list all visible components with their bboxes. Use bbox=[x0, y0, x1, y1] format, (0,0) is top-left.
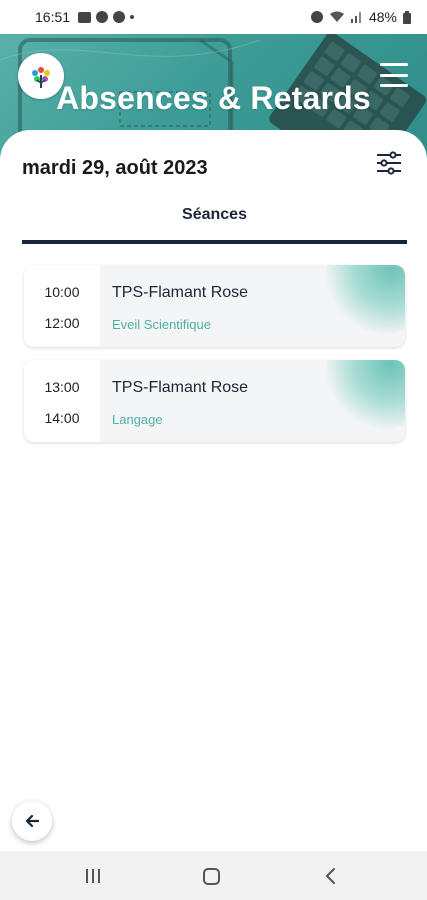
gallery-notification-icon bbox=[78, 11, 92, 23]
battery-percentage: 48% bbox=[368, 9, 397, 25]
arrow-left-icon bbox=[25, 815, 39, 827]
session-times: 10:00 12:00 bbox=[24, 265, 100, 347]
sliders-filter-icon[interactable] bbox=[376, 151, 402, 175]
card-decoration bbox=[325, 360, 405, 430]
status-system-icons: 48% bbox=[310, 9, 411, 25]
chat-notification-icon bbox=[96, 11, 109, 23]
session-times: 13:00 14:00 bbox=[24, 360, 100, 442]
system-back-icon[interactable] bbox=[324, 867, 338, 885]
status-time: 16:51 bbox=[35, 9, 71, 25]
app-notification-icon bbox=[113, 11, 126, 23]
session-end-time: 12:00 bbox=[44, 315, 80, 331]
status-bar: 16:51 48% bbox=[0, 0, 427, 34]
tab-label: Séances bbox=[182, 206, 247, 223]
session-card[interactable]: 13:00 14:00 TPS-Flamant Rose Langage bbox=[24, 360, 405, 442]
wifi-icon bbox=[329, 11, 344, 22]
more-notifications-icon bbox=[130, 15, 135, 19]
notification-icons bbox=[78, 11, 135, 23]
session-subject: Eveil Scientifique bbox=[112, 317, 211, 332]
page-title: Absences & Retards bbox=[56, 80, 371, 116]
date-label[interactable]: mardi 29, août 2023 bbox=[22, 157, 208, 180]
tab-seances[interactable]: Séances bbox=[22, 200, 407, 244]
session-end-time: 14:00 bbox=[44, 410, 80, 426]
home-icon[interactable] bbox=[203, 868, 220, 885]
back-button[interactable] bbox=[12, 801, 52, 841]
session-start-time: 10:00 bbox=[44, 284, 80, 300]
alarm-icon bbox=[310, 11, 323, 23]
signal-icon bbox=[350, 12, 361, 23]
content-sheet: mardi 29, août 2023 Séances 10:00 12:00 … bbox=[0, 130, 427, 850]
recent-apps-icon[interactable] bbox=[84, 868, 102, 884]
session-card[interactable]: 10:00 12:00 TPS-Flamant Rose Eveil Scien… bbox=[24, 265, 405, 347]
card-decoration bbox=[325, 265, 405, 335]
session-class-name: TPS-Flamant Rose bbox=[112, 379, 249, 396]
session-class-name: TPS-Flamant Rose bbox=[112, 284, 249, 301]
tab-active-indicator bbox=[22, 240, 407, 244]
session-subject: Langage bbox=[112, 412, 163, 427]
battery-icon bbox=[403, 10, 411, 24]
system-navigation-bar bbox=[0, 851, 427, 900]
screen: 16:51 48% Absences & Retards mardi 29, a… bbox=[0, 0, 427, 900]
session-start-time: 13:00 bbox=[44, 379, 80, 395]
